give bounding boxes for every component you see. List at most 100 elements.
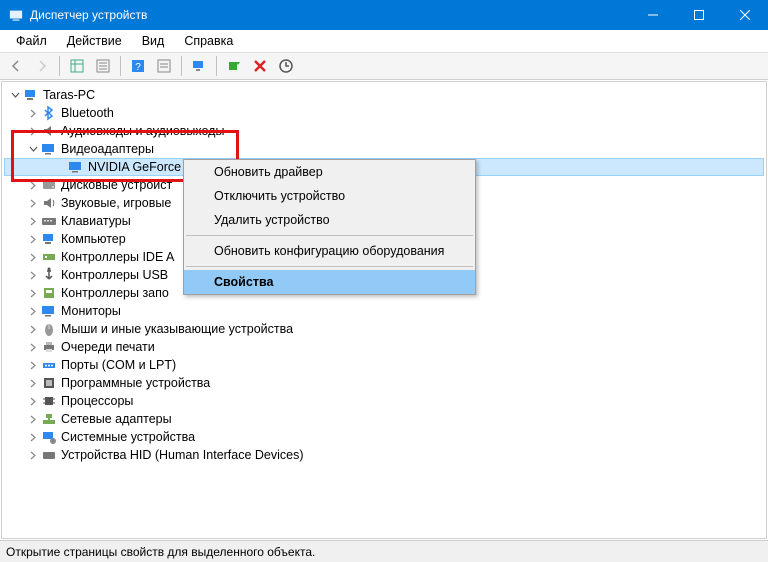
- keyboard-icon: [41, 213, 57, 229]
- close-button[interactable]: [722, 0, 768, 30]
- tree-root[interactable]: Taras-PC: [4, 86, 764, 104]
- update-driver-button[interactable]: [274, 55, 298, 77]
- ctx-uninstall-device[interactable]: Удалить устройство: [184, 208, 475, 232]
- mouse-icon: [41, 321, 57, 337]
- forward-button[interactable]: [30, 55, 54, 77]
- display-icon: [68, 159, 84, 175]
- expand-icon[interactable]: [26, 214, 40, 228]
- tree-node-label: Дисковые устройст: [61, 178, 172, 192]
- tree-node-label: Процессоры: [61, 394, 133, 408]
- statusbar: Открытие страницы свойств для выделенног…: [0, 540, 768, 562]
- port-icon: [41, 357, 57, 373]
- scan-hw-button[interactable]: [187, 55, 211, 77]
- minimize-button[interactable]: [630, 0, 676, 30]
- ctx-properties[interactable]: Свойства: [184, 270, 475, 294]
- window-title: Диспетчер устройств: [30, 8, 630, 22]
- tree-node[interactable]: Мыши и иные указывающие устройства: [4, 320, 764, 338]
- properties-toolbar-button[interactable]: [91, 55, 115, 77]
- help-button[interactable]: ?: [126, 55, 150, 77]
- expand-icon[interactable]: [26, 394, 40, 408]
- ctx-properties-label: Свойства: [214, 275, 273, 289]
- expand-icon[interactable]: [26, 412, 40, 426]
- tree-node-label: Контроллеры запо: [61, 286, 169, 300]
- expand-icon[interactable]: [26, 304, 40, 318]
- context-menu: Обновить драйвер Отключить устройство Уд…: [183, 159, 476, 295]
- remove-button[interactable]: [248, 55, 272, 77]
- tree-node[interactable]: Видеоадаптеры: [4, 140, 764, 158]
- expand-icon[interactable]: [26, 376, 40, 390]
- tree-node-label: Bluetooth: [61, 106, 114, 120]
- bluetooth-icon: [41, 105, 57, 121]
- maximize-button[interactable]: [676, 0, 722, 30]
- menu-help[interactable]: Справка: [174, 32, 243, 50]
- menu-action[interactable]: Действие: [57, 32, 132, 50]
- separator: [186, 266, 473, 267]
- monitor-icon: [41, 303, 57, 319]
- expand-icon[interactable]: [26, 430, 40, 444]
- collapse-icon[interactable]: [8, 88, 22, 102]
- tree-node[interactable]: Устройства HID (Human Interface Devices): [4, 446, 764, 464]
- menubar: Файл Действие Вид Справка: [0, 30, 768, 52]
- hid-icon: [41, 447, 57, 463]
- tree-node[interactable]: Системные устройства: [4, 428, 764, 446]
- device-tree-panel: Taras-PC Bluetooth Аудиовходы и аудиовыход…: [1, 81, 767, 539]
- tree-node[interactable]: Порты (COM и LPT): [4, 356, 764, 374]
- expand-icon[interactable]: [26, 286, 40, 300]
- expand-icon[interactable]: [26, 124, 40, 138]
- expand-icon[interactable]: [26, 322, 40, 336]
- titlebar: Диспетчер устройств: [0, 0, 768, 30]
- expand-icon[interactable]: [26, 106, 40, 120]
- audio-icon: [41, 123, 57, 139]
- expand-icon[interactable]: [26, 196, 40, 210]
- expand-icon[interactable]: [26, 268, 40, 282]
- ide-icon: [41, 249, 57, 265]
- expand-icon[interactable]: [26, 448, 40, 462]
- tree-node-label: Видеоадаптеры: [61, 142, 154, 156]
- usb-icon: [41, 267, 57, 283]
- tree-node[interactable]: Аудиовходы и аудиовыходы: [4, 122, 764, 140]
- expand-icon[interactable]: [26, 250, 40, 264]
- tree-node[interactable]: Мониторы: [4, 302, 764, 320]
- view-button[interactable]: [65, 55, 89, 77]
- printer-icon: [41, 339, 57, 355]
- menu-file[interactable]: Файл: [6, 32, 57, 50]
- tree-node[interactable]: Процессоры: [4, 392, 764, 410]
- tree-node-label: Устройства HID (Human Interface Devices): [61, 448, 304, 462]
- tree-node-label: Очереди печати: [61, 340, 155, 354]
- ctx-scan-hw[interactable]: Обновить конфигурацию оборудования: [184, 239, 475, 263]
- app-icon: [8, 7, 24, 23]
- tree-node-label: Компьютер: [61, 232, 126, 246]
- disk-icon: [41, 177, 57, 193]
- statusbar-text: Открытие страницы свойств для выделенног…: [6, 545, 315, 559]
- ctx-update-driver[interactable]: Обновить драйвер: [184, 160, 475, 184]
- network-icon: [41, 411, 57, 427]
- expand-icon[interactable]: [26, 232, 40, 246]
- expand-icon[interactable]: [26, 340, 40, 354]
- collapse-icon[interactable]: [26, 142, 40, 156]
- system-icon: [41, 429, 57, 445]
- sound-icon: [41, 195, 57, 211]
- display-icon: [41, 141, 57, 157]
- tree-root-label: Taras-PC: [43, 88, 95, 102]
- ctx-disable-device[interactable]: Отключить устройство: [184, 184, 475, 208]
- tree-node-label: Мониторы: [61, 304, 121, 318]
- tree-node-label: Контроллеры IDE A: [61, 250, 174, 264]
- expand-icon[interactable]: [26, 358, 40, 372]
- tree-node[interactable]: Программные устройства: [4, 374, 764, 392]
- expand-icon[interactable]: [26, 178, 40, 192]
- tree-node-label: Клавиатуры: [61, 214, 131, 228]
- tree-node[interactable]: Очереди печати: [4, 338, 764, 356]
- tree-node-label: Сетевые адаптеры: [61, 412, 172, 426]
- menu-view[interactable]: Вид: [132, 32, 175, 50]
- details-button[interactable]: [152, 55, 176, 77]
- software-icon: [41, 375, 57, 391]
- back-button[interactable]: [4, 55, 28, 77]
- tree-node-label: Порты (COM и LPT): [61, 358, 176, 372]
- toolbar: ?: [0, 52, 768, 80]
- tree-node-label: Системные устройства: [61, 430, 195, 444]
- tree-node[interactable]: Bluetooth: [4, 104, 764, 122]
- computer-icon: [41, 231, 57, 247]
- add-device-button[interactable]: [222, 55, 246, 77]
- tree-node-label: Мыши и иные указывающие устройства: [61, 322, 293, 336]
- tree-node[interactable]: Сетевые адаптеры: [4, 410, 764, 428]
